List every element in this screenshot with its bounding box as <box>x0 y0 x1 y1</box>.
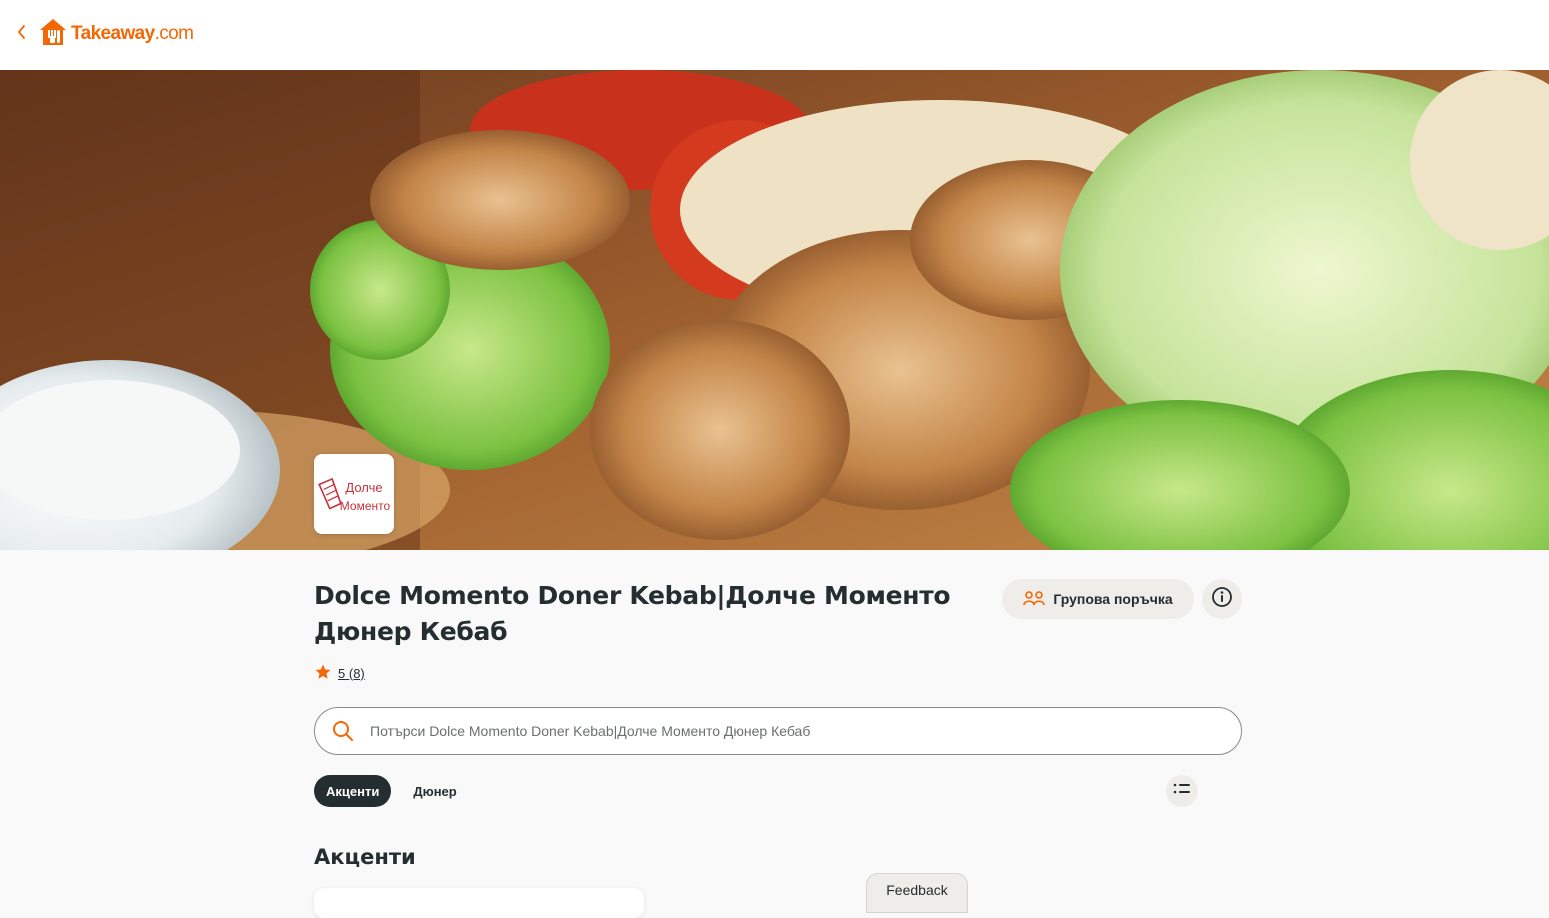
takeaway-logo[interactable]: Takeaway.com <box>38 17 194 52</box>
restaurant-logo-line1: Долче <box>345 480 382 495</box>
logo-wordmark: Takeaway.com <box>71 23 194 44</box>
rating-score-and-count[interactable]: 5 (8) <box>338 666 365 681</box>
menu-item-card[interactable] <box>314 888 644 918</box>
section-heading-highlights: Акценти <box>314 845 416 869</box>
feedback-button[interactable]: Feedback <box>866 873 968 913</box>
restaurant-hero-image <box>0 70 1549 550</box>
restaurant-logo: Долче Моменто <box>314 454 394 534</box>
group-order-button[interactable]: Групова поръчка <box>1002 579 1194 619</box>
star-icon <box>314 663 332 684</box>
category-tabs: Акценти Дюнер <box>314 775 469 807</box>
restaurant-title: Dolce Momento Doner Kebab|Долче Моменто … <box>314 581 951 646</box>
menu-search-input[interactable] <box>370 723 1190 739</box>
category-list-button[interactable] <box>1166 775 1198 807</box>
top-navigation-bar: Takeaway.com <box>0 0 1549 70</box>
back-button[interactable] <box>10 22 34 46</box>
restaurant-rating[interactable]: 5 (8) <box>314 663 365 683</box>
search-icon <box>332 720 354 742</box>
group-order-label: Групова поръчка <box>1053 591 1173 607</box>
category-tab-doner[interactable]: Дюнер <box>401 775 468 807</box>
chevron-left-icon <box>16 24 28 45</box>
info-icon <box>1211 586 1233 613</box>
restaurant-logo-line2: Моменто <box>340 499 391 513</box>
house-fork-icon <box>38 17 68 52</box>
menu-search-bar[interactable] <box>314 707 1242 755</box>
group-people-icon <box>1023 590 1046 609</box>
restaurant-info-button[interactable] <box>1202 579 1242 619</box>
category-tab-highlights[interactable]: Акценти <box>314 775 392 807</box>
list-icon <box>1173 782 1191 801</box>
